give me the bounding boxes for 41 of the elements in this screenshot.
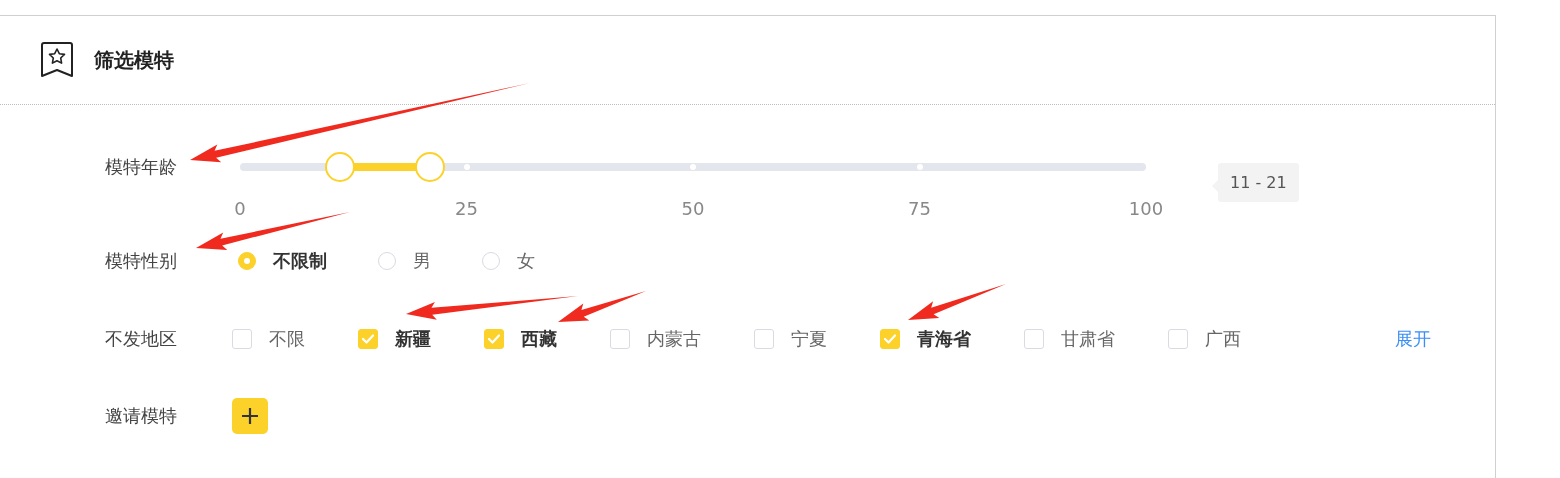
field-label: 模特年龄 [105, 155, 178, 179]
radio-label[interactable]: 不限制 [273, 249, 327, 273]
check-icon [361, 333, 375, 345]
radio-button[interactable] [238, 252, 256, 270]
checkbox[interactable] [610, 329, 630, 349]
field-label: 邀请模特 [105, 404, 178, 428]
tick-label: 100 [1128, 198, 1164, 219]
checkbox-label[interactable]: 广西 [1205, 327, 1241, 351]
checkbox-label[interactable]: 新疆 [395, 327, 431, 351]
plus-icon [241, 407, 259, 425]
panel-title: 筛选模特 [94, 46, 174, 74]
tick-label: 0 [234, 198, 246, 219]
checkbox-label[interactable]: 内蒙古 [647, 327, 701, 351]
tick-label: 25 [455, 198, 478, 219]
tick-label: 50 [681, 198, 705, 219]
field-label: 不发地区 [105, 327, 178, 351]
checkbox-label[interactable]: 西藏 [521, 327, 557, 351]
expand-link[interactable]: 展开 [1395, 327, 1431, 351]
bookmark-star-icon [40, 42, 74, 78]
slider-tooltip: 11 - 21 [1218, 163, 1299, 202]
checkbox[interactable] [484, 329, 504, 349]
field-label: 模特性别 [105, 249, 178, 273]
checkbox-label[interactable]: 甘肃省 [1061, 327, 1115, 351]
tick-label: 75 [908, 198, 931, 219]
slider-handle[interactable] [415, 152, 446, 182]
range-slider-track[interactable] [240, 163, 1146, 171]
checkbox[interactable] [880, 329, 900, 349]
checkbox[interactable] [754, 329, 774, 349]
check-icon [883, 333, 897, 345]
checkbox[interactable] [1168, 329, 1188, 349]
radio-label[interactable]: 女 [517, 249, 535, 273]
check-icon [487, 333, 501, 345]
checkbox[interactable] [232, 329, 252, 349]
checkbox-label[interactable]: 宁夏 [791, 327, 827, 351]
checkbox-label[interactable]: 不限 [269, 327, 305, 351]
radio-label[interactable]: 男 [413, 249, 431, 273]
add-button[interactable] [232, 398, 268, 434]
checkbox[interactable] [358, 329, 378, 349]
checkbox-label[interactable]: 青海省 [917, 327, 971, 351]
slider-handle[interactable] [324, 152, 355, 182]
checkbox[interactable] [1024, 329, 1044, 349]
